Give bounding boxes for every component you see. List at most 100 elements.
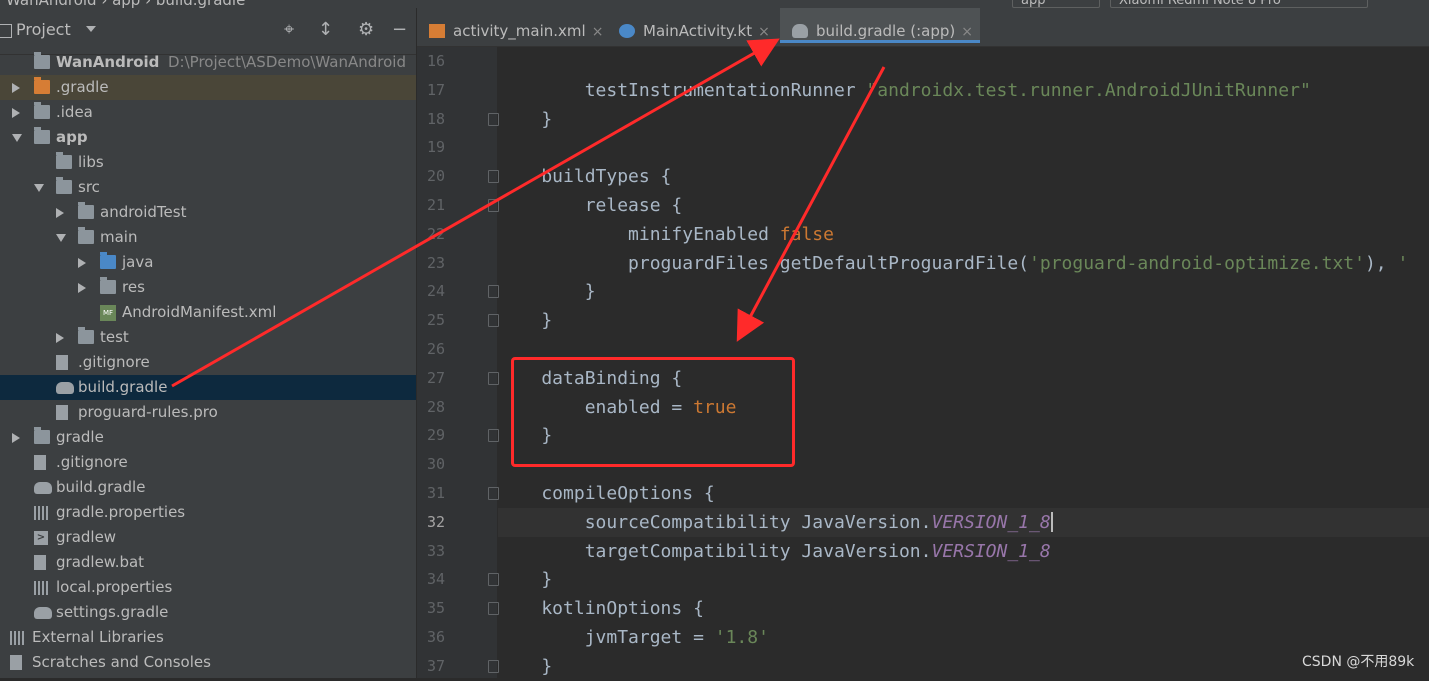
tree-item[interactable]: build.gradle xyxy=(0,475,416,500)
code-line[interactable]: } xyxy=(498,277,1429,306)
code-token: VERSION_1_8 xyxy=(931,540,1051,562)
code-line[interactable]: release { xyxy=(498,191,1429,220)
tree-item[interactable]: WanAndroid D:\Project\ASDemo\WanAndroid xyxy=(0,50,416,75)
tree-item-label: AndroidManifest.xml xyxy=(122,303,277,321)
tree-item[interactable]: java xyxy=(0,250,416,275)
code-token: false xyxy=(779,223,834,245)
tree-item[interactable]: Scratches and Consoles xyxy=(0,650,416,675)
line-number: 36 xyxy=(426,628,445,646)
properties-icon xyxy=(34,506,50,520)
code-line[interactable]: } xyxy=(498,306,1429,335)
folder-orange-icon xyxy=(34,77,50,94)
tree-item[interactable]: main xyxy=(0,225,416,250)
tree-item-label: main xyxy=(100,228,138,246)
close-icon[interactable]: × xyxy=(592,24,604,40)
close-icon[interactable]: × xyxy=(758,24,770,40)
code-line[interactable]: targetCompatibility JavaVersion.VERSION_… xyxy=(498,537,1429,566)
code-token: '1.8' xyxy=(714,627,769,648)
module-folder-icon xyxy=(34,127,50,144)
tree-item[interactable]: MF AndroidManifest.xml xyxy=(0,300,416,325)
collapse-arrow-icon[interactable] xyxy=(56,333,64,343)
tree-item[interactable]: .gradle xyxy=(0,75,416,100)
chevron-down-icon[interactable] xyxy=(86,26,96,32)
code-line[interactable]: kotlinOptions { xyxy=(498,594,1429,623)
collapse-arrow-icon[interactable] xyxy=(12,83,20,93)
expand-arrow-icon[interactable] xyxy=(12,134,22,142)
code-token: buildTypes { xyxy=(498,166,672,188)
expand-arrow-icon[interactable] xyxy=(34,184,44,192)
code-line[interactable]: minifyEnabled false xyxy=(498,220,1429,249)
kotlin-icon xyxy=(619,24,635,38)
tab-label: activity_main.xml xyxy=(453,22,586,40)
tree-item[interactable]: proguard-rules.pro xyxy=(0,400,416,425)
line-number: 29 xyxy=(426,426,445,445)
tree-item[interactable]: test xyxy=(0,325,416,350)
code-line[interactable]: } xyxy=(498,652,1429,678)
collapse-arrow-icon[interactable] xyxy=(12,108,20,118)
code-line[interactable]: testInstrumentationRunner "androidx.test… xyxy=(498,76,1429,105)
expand-arrow-icon[interactable] xyxy=(56,234,66,242)
code-line[interactable]: buildTypes { xyxy=(498,162,1429,191)
close-icon[interactable]: × xyxy=(961,24,973,40)
tree-item[interactable]: app xyxy=(0,125,416,150)
code-token: proguardFiles getDefaultProguardFile( xyxy=(498,252,1030,274)
tree-item[interactable]: External Libraries xyxy=(0,625,416,650)
code-line[interactable]: } xyxy=(498,105,1429,134)
line-number: 32 xyxy=(426,512,445,531)
code-token: } xyxy=(498,310,553,332)
editor-tab[interactable]: MainActivity.kt × xyxy=(607,8,777,46)
editor-tab[interactable]: activity_main.xml × xyxy=(417,8,603,46)
tree-item-label: Scratches and Consoles xyxy=(32,653,211,671)
tree-item[interactable]: libs xyxy=(0,150,416,175)
code-token: VERSION_1_8 xyxy=(931,511,1051,533)
text-caret xyxy=(1050,511,1053,532)
tree-item[interactable]: > gradlew xyxy=(0,525,416,550)
tree-item-label: .gitignore xyxy=(78,353,150,371)
resources-folder-icon xyxy=(100,277,116,294)
breadcrumb[interactable]: WanAndroid › app › build.gradle xyxy=(6,0,245,8)
code-line[interactable]: sourceCompatibility JavaVersion.VERSION_… xyxy=(498,507,1429,537)
libraries-icon xyxy=(10,631,26,645)
watermark: CSDN @不用89k xyxy=(1302,654,1415,670)
collapse-icon[interactable]: ↕ xyxy=(318,19,333,41)
tree-item[interactable]: .gitignore xyxy=(0,450,416,475)
line-number: 34 xyxy=(426,570,445,589)
collapse-arrow-icon[interactable] xyxy=(12,433,20,443)
line-number: 25 xyxy=(426,311,445,330)
run-config-dropdown[interactable]: app xyxy=(1012,0,1100,8)
terminal-icon: > xyxy=(34,531,48,545)
target-icon[interactable]: ⌖ xyxy=(284,19,294,41)
tree-item[interactable]: gradle xyxy=(0,425,416,450)
code-line[interactable] xyxy=(498,133,1429,162)
tree-item[interactable]: src xyxy=(0,175,416,200)
editor-gutter: 16 17 18 19 20 21 22 23 24 25 26 27 28 29 30 31 32 33 34 35… xyxy=(417,47,499,678)
tree-item[interactable]: settings.gradle xyxy=(0,600,416,625)
tree-item-label: res xyxy=(122,278,145,296)
tree-item[interactable]: .gitignore xyxy=(0,350,416,375)
editor-tab[interactable]: build.gradle (:app) × xyxy=(780,8,980,43)
code-token: jvmTarget = xyxy=(498,627,715,648)
ignore-file-icon xyxy=(34,455,46,470)
gear-icon[interactable]: ⚙ xyxy=(358,19,374,41)
collapse-arrow-icon[interactable] xyxy=(56,208,64,218)
tree-item[interactable]: .idea xyxy=(0,100,416,125)
code-token: targetCompatibility JavaVersion. xyxy=(498,540,932,562)
tree-item-label: app xyxy=(56,128,88,146)
code-line[interactable]: jvmTarget = '1.8' xyxy=(498,623,1429,652)
device-dropdown[interactable]: Xiaomi Redmi Note 8 Pro xyxy=(1110,0,1368,8)
project-view-selector[interactable]: Project xyxy=(16,20,71,39)
minimize-icon[interactable]: − xyxy=(392,19,407,41)
tree-item[interactable]: local.properties xyxy=(0,575,416,600)
collapse-arrow-icon[interactable] xyxy=(78,258,86,268)
tree-item[interactable]: build.gradle xyxy=(0,375,416,400)
collapse-arrow-icon[interactable] xyxy=(78,283,86,293)
tree-item[interactable]: gradlew.bat xyxy=(0,550,416,575)
tree-item-label: WanAndroid xyxy=(56,53,160,71)
tree-item[interactable]: androidTest xyxy=(0,200,416,225)
tree-item[interactable]: gradle.properties xyxy=(0,500,416,525)
code-line[interactable]: compileOptions { xyxy=(498,479,1429,508)
code-line[interactable] xyxy=(498,47,1429,76)
tree-item[interactable]: res xyxy=(0,275,416,300)
code-line[interactable]: } xyxy=(498,565,1429,594)
code-line[interactable]: proguardFiles getDefaultProguardFile('pr… xyxy=(498,249,1429,278)
